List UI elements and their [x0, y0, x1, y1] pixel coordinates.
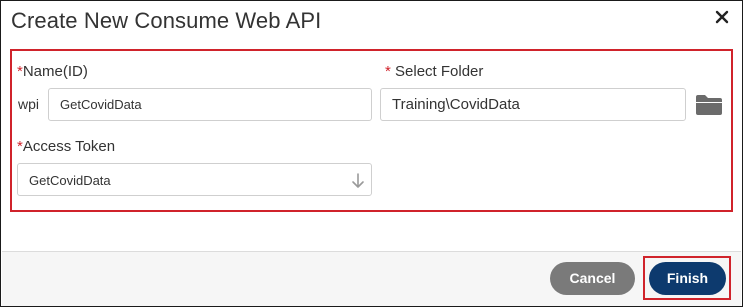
access-token-label: *Access Token: [17, 138, 115, 155]
access-token-label-text: Access Token: [22, 138, 116, 155]
dialog-title: Create New Consume Web API: [11, 8, 322, 33]
name-label: *Name(ID): [17, 63, 88, 80]
access-token-select[interactable]: GetCovidData: [17, 163, 372, 196]
create-consume-web-api-dialog: Create New Consume Web API *Name(ID) wpi…: [0, 0, 743, 307]
name-input[interactable]: [48, 88, 372, 121]
access-token-selected-value: GetCovidData: [29, 173, 111, 188]
arrow-down-icon: [352, 173, 364, 188]
form-panel-highlight: *Name(ID) wpi * Select Folder *Access To…: [10, 49, 733, 212]
name-label-text: Name(ID): [22, 63, 88, 80]
finish-button[interactable]: Finish: [649, 262, 726, 295]
select-folder-label-text: Select Folder: [390, 63, 484, 80]
close-icon[interactable]: [714, 9, 730, 25]
select-folder-label: * Select Folder: [385, 63, 483, 80]
folder-icon[interactable]: [695, 94, 723, 116]
name-prefix: wpi: [18, 96, 40, 112]
folder-input[interactable]: [380, 88, 686, 121]
cancel-button[interactable]: Cancel: [550, 262, 635, 295]
